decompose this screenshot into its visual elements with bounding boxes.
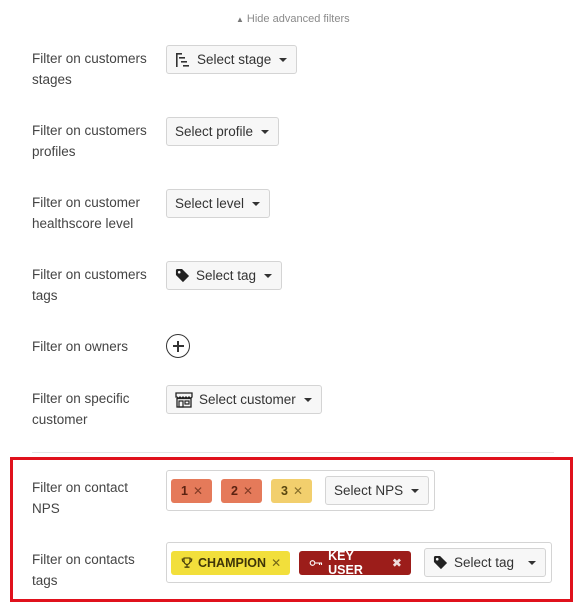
contact-tags-select-box[interactable]: CHAMPION ✕ KEY USER ✖ Select tag xyxy=(166,542,552,583)
filter-label-contact-nps: Filter on contact NPS xyxy=(32,480,129,516)
select-profile-button[interactable]: Select profile xyxy=(166,117,280,146)
tag-icon xyxy=(175,268,190,283)
hide-advanced-filters-link[interactable]: ▲ Hide advanced filters xyxy=(236,13,350,25)
caret-down-icon xyxy=(264,273,273,278)
tag-icon xyxy=(433,555,448,570)
tag-chip-champion[interactable]: CHAMPION ✕ xyxy=(171,550,291,575)
stages-icon xyxy=(175,52,191,68)
nps-select-box[interactable]: 1 ✕ 2 ✕ 3 ✕ Select NPS xyxy=(166,470,436,511)
filter-label-owners: Filter on owners xyxy=(32,339,129,354)
filter-label-contact-tags: Filter on contacts tags xyxy=(32,552,135,588)
filter-label-stages: Filter on customers stages xyxy=(32,51,147,87)
filter-label-customer: Filter on specific customer xyxy=(32,391,130,427)
remove-icon[interactable]: ✕ xyxy=(243,484,253,498)
trophy-icon xyxy=(181,556,193,569)
nps-chip-2[interactable]: 2 ✕ xyxy=(221,478,263,503)
caret-down-icon xyxy=(303,397,312,402)
filter-label-customer-tags: Filter on customers tags xyxy=(32,267,147,303)
select-profile-label: Select profile xyxy=(175,124,254,139)
select-customer-button[interactable]: Select customer xyxy=(166,385,322,414)
caret-down-icon xyxy=(261,129,270,134)
select-stage-button[interactable]: Select stage xyxy=(166,45,298,74)
hide-advanced-filters-label: Hide advanced filters xyxy=(246,13,350,25)
filter-label-profiles: Filter on customers profiles xyxy=(32,123,147,159)
caret-down-icon xyxy=(279,57,288,62)
select-contact-tag-button[interactable]: Select tag xyxy=(423,548,546,577)
select-nps-label: Select NPS xyxy=(334,483,404,498)
nps-chip-label: 3 xyxy=(281,483,288,498)
select-customer-tag-button[interactable]: Select tag xyxy=(166,261,283,290)
select-level-label: Select level xyxy=(175,196,245,211)
caret-down-icon xyxy=(528,560,536,565)
caret-down-icon xyxy=(411,488,420,493)
remove-icon[interactable]: ✕ xyxy=(193,484,203,498)
remove-icon[interactable]: ✖ xyxy=(392,556,402,570)
nps-chip-label: 2 xyxy=(231,483,238,498)
tag-chip-key-user[interactable]: KEY USER ✖ xyxy=(299,548,411,577)
nps-chip-label: 1 xyxy=(181,483,188,498)
tag-chip-label: KEY USER xyxy=(328,548,363,577)
caret-up-icon: ▲ xyxy=(236,14,244,24)
nps-chip-1[interactable]: 1 ✕ xyxy=(171,478,213,503)
remove-icon[interactable]: ✕ xyxy=(293,484,303,498)
add-owner-plus-icon[interactable] xyxy=(166,334,190,358)
select-customer-tag-label: Select tag xyxy=(196,268,257,283)
key-icon xyxy=(309,558,323,568)
select-nps-button[interactable]: Select NPS xyxy=(325,476,430,505)
nps-chip-3[interactable]: 3 ✕ xyxy=(271,478,313,503)
remove-icon[interactable]: ✕ xyxy=(271,556,281,570)
store-icon xyxy=(175,391,193,408)
tag-chip-label: CHAMPION xyxy=(198,555,267,570)
section-divider xyxy=(32,452,554,453)
select-level-button[interactable]: Select level xyxy=(166,189,271,218)
select-contact-tag-label: Select tag xyxy=(453,555,514,570)
filter-label-healthscore: Filter on customer healthscore level xyxy=(32,195,141,231)
select-stage-label: Select stage xyxy=(197,52,272,67)
caret-down-icon xyxy=(252,201,261,206)
select-customer-label: Select customer xyxy=(199,392,296,407)
